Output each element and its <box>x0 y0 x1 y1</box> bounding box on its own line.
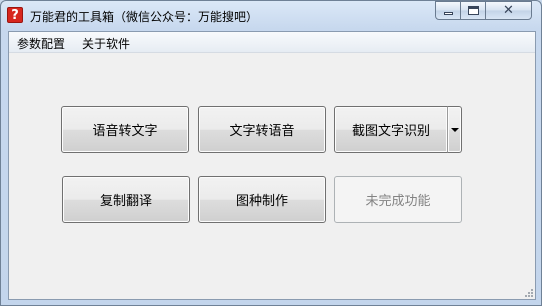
image-seed-button[interactable]: 图种制作 <box>198 176 326 223</box>
close-icon: ✕ <box>503 3 514 18</box>
window-title: 万能君的工具箱（微信公众号：万能搜吧） <box>30 10 259 24</box>
caption-buttons: ✕ <box>435 1 537 21</box>
copy-translate-button[interactable]: 复制翻译 <box>62 176 190 223</box>
menu-item-settings[interactable]: 参数配置 <box>17 35 65 52</box>
unfinished-feature-button: 未完成功能 <box>334 176 462 223</box>
resize-grip[interactable] <box>523 287 533 297</box>
question-mark-icon[interactable]: ? <box>7 7 23 23</box>
maximize-button[interactable] <box>460 1 486 20</box>
title-bar[interactable]: ? 万能君的工具箱（微信公众号：万能搜吧） ✕ <box>1 1 541 30</box>
client-area: 参数配置 关于软件 语音转文字 文字转语音 截图文字识别 复制翻译 图种制作 未… <box>8 31 536 300</box>
speech-to-text-button[interactable]: 语音转文字 <box>61 106 189 153</box>
screenshot-ocr-button[interactable]: 截图文字识别 <box>334 106 448 153</box>
maximize-icon <box>467 6 479 15</box>
close-button[interactable]: ✕ <box>485 1 532 20</box>
app-window: ? 万能君的工具箱（微信公众号：万能搜吧） ✕ 参数配置 关于软件 语音转文字 … <box>0 0 542 306</box>
minimize-button[interactable] <box>435 1 461 20</box>
menu-item-about[interactable]: 关于软件 <box>82 35 130 52</box>
screenshot-ocr-dropdown[interactable] <box>447 106 462 153</box>
chevron-down-icon <box>450 127 459 132</box>
menu-bar: 参数配置 关于软件 <box>9 32 535 53</box>
minimize-icon <box>443 12 453 15</box>
text-to-speech-button[interactable]: 文字转语音 <box>198 106 326 153</box>
